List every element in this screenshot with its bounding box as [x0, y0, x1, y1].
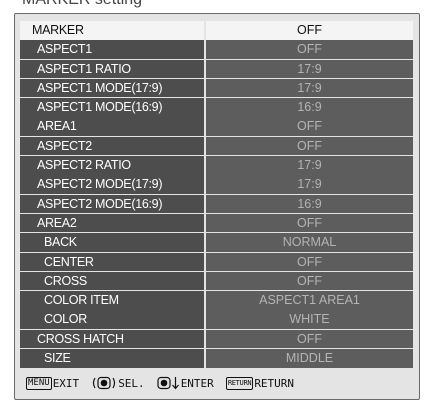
menu-row-label: MARKER: [20, 21, 204, 40]
menu-row-value: OFF: [206, 271, 413, 291]
menu-row-value: OFF: [206, 117, 413, 136]
menu-row-value: NORMAL: [206, 233, 413, 252]
menu-row-value: 16:9: [206, 98, 413, 117]
menu-row-area2[interactable]: AREA2 OFF: [20, 213, 413, 233]
menu-row-label: COLOR ITEM: [20, 291, 204, 310]
menu-row-back[interactable]: BACK NORMAL: [20, 233, 413, 252]
header-strip: MARKER setting: [0, 0, 433, 12]
menu-row-size[interactable]: SIZE MIDDLE: [20, 349, 413, 368]
select-label: SEL.: [118, 376, 145, 390]
exit-label: EXIT: [52, 376, 80, 390]
menu-row-label: ASPECT2 MODE(16:9): [20, 194, 204, 214]
menu-row-label: SIZE: [20, 349, 204, 368]
menu-row-aspect2[interactable]: ASPECT2 OFF: [20, 136, 413, 156]
menu-row-value: OFF: [206, 252, 413, 272]
menu-row-value: WHITE: [206, 310, 413, 329]
menu-row-aspect2-ratio[interactable]: ASPECT2 RATIO 17:9: [20, 156, 413, 175]
menu-row-value: MIDDLE: [206, 349, 413, 368]
menu-row-label: ASPECT2 MODE(17:9): [20, 175, 204, 194]
menu-row-label: AREA1: [20, 117, 204, 136]
enter-button-icon: [157, 376, 179, 390]
menu-row-label: ASPECT1 MODE(17:9): [20, 78, 204, 98]
button-guide: MENU EXIT SEL. ENTER RETURN RETURN: [26, 375, 294, 391]
menu-row-value: 17:9: [206, 78, 413, 98]
menu-row-aspect1-ratio[interactable]: ASPECT1 RATIO 17:9: [20, 59, 413, 79]
menu-row-value: 17:9: [206, 59, 413, 79]
menu-row-value: OFF: [206, 329, 413, 349]
menu-row-color-item[interactable]: COLOR ITEM ASPECT1 AREA1: [20, 291, 413, 310]
menu-row-aspect1-mode-16-9[interactable]: ASPECT1 MODE(16:9) 16:9: [20, 98, 413, 117]
menu-row-label: ASPECT1: [20, 40, 204, 59]
menu-row-value: OFF: [206, 136, 413, 156]
menu-row-label: AREA2: [20, 213, 204, 233]
menu-row-label: ASPECT2 RATIO: [20, 156, 204, 175]
menu-row-aspect1[interactable]: ASPECT1 OFF: [20, 40, 413, 59]
menu-row-label: ASPECT1 RATIO: [20, 59, 204, 79]
menu-row-label: CROSS HATCH: [20, 329, 204, 349]
menu-row-aspect2-mode-16-9[interactable]: ASPECT2 MODE(16:9) 16:9: [20, 194, 413, 214]
menu-row-value: ASPECT1 AREA1: [206, 291, 413, 310]
menu-row-value: 16:9: [206, 194, 413, 214]
menu-row-value: OFF: [206, 21, 413, 40]
header-partial-text: MARKER setting: [22, 0, 142, 9]
menu-row-aspect1-mode-17-9[interactable]: ASPECT1 MODE(17:9) 17:9: [20, 78, 413, 98]
menu-row-label: COLOR: [20, 310, 204, 329]
menu-row-value: OFF: [206, 40, 413, 59]
menu-row-value: OFF: [206, 213, 413, 233]
enter-label: ENTER: [180, 376, 214, 390]
menu-row-label: CENTER: [20, 252, 204, 272]
menu-row-area1[interactable]: AREA1 OFF: [20, 117, 413, 136]
menu-row-color[interactable]: COLOR WHITE: [20, 310, 413, 329]
menu-row-cross[interactable]: CROSS OFF: [20, 271, 413, 291]
menu-row-value: 17:9: [206, 156, 413, 175]
menu-row-label: CROSS: [20, 271, 204, 291]
menu-row-label: BACK: [20, 233, 204, 252]
return-key-icon: RETURN: [225, 376, 254, 390]
return-label: RETURN: [254, 376, 295, 390]
menu-row-cross-hatch[interactable]: CROSS HATCH OFF: [20, 329, 413, 349]
menu-row-label: ASPECT1 MODE(16:9): [20, 98, 204, 117]
select-arrows-icon: [93, 376, 116, 390]
menu-list: MARKER OFF ASPECT1 OFF ASPECT1 RATIO 17:…: [20, 21, 413, 368]
menu-row-marker[interactable]: MARKER OFF: [20, 21, 413, 40]
screen: MARKER setting MARKER OFF ASPECT1 OFF AS…: [0, 0, 433, 403]
menu-row-aspect2-mode-17-9[interactable]: ASPECT2 MODE(17:9) 17:9: [20, 175, 413, 194]
menu-key-icon: MENU: [26, 376, 52, 390]
menu-row-label: ASPECT2: [20, 136, 204, 156]
menu-row-center[interactable]: CENTER OFF: [20, 252, 413, 272]
menu-row-value: 17:9: [206, 175, 413, 194]
